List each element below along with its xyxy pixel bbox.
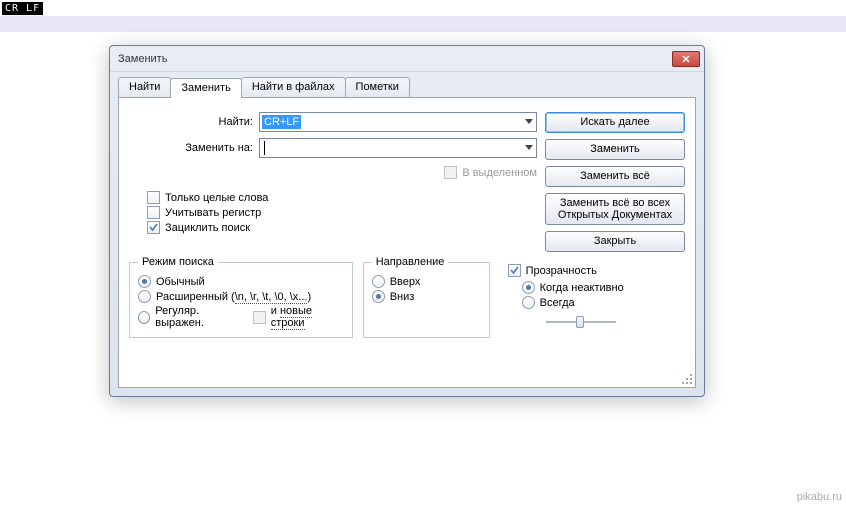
whole-word-checkbox[interactable]: [147, 191, 160, 204]
in-selection-checkbox: [444, 166, 457, 179]
chevron-down-icon[interactable]: [520, 145, 536, 151]
direction-down-label: Вниз: [390, 291, 415, 303]
close-icon[interactable]: [672, 51, 700, 67]
mode-extended-radio[interactable]: [138, 290, 151, 303]
regex-newlines-checkbox: [253, 311, 265, 324]
direction-title: Направление: [372, 256, 449, 268]
mode-normal-radio[interactable]: [138, 275, 151, 288]
wrap-label: Зациклить поиск: [165, 222, 250, 234]
close-button[interactable]: Закрыть: [545, 231, 685, 252]
dialog-title: Заменить: [118, 53, 672, 65]
mode-extended-label: Расширенный (\n, \r, \t, \0, \x...): [156, 291, 311, 303]
replace-all-button[interactable]: Заменить всё: [545, 166, 685, 187]
text-cursor: [264, 141, 265, 155]
transparency-inactive-label: Когда неактивно: [540, 282, 624, 294]
mode-regex-label: Регуляр. выражен.: [155, 305, 244, 329]
match-case-label: Учитывать регистр: [165, 207, 261, 219]
match-case-checkbox[interactable]: [147, 206, 160, 219]
transparency-inactive-radio[interactable]: [522, 281, 535, 294]
search-mode-group: Режим поиска Обычный Расширенный (\n, \r…: [129, 262, 353, 338]
crlf-badge: CR LF: [2, 2, 43, 15]
regex-newlines-label: и новые строки: [271, 305, 344, 329]
tab-find-in-files[interactable]: Найти в файлах: [241, 77, 346, 97]
replace-input[interactable]: [259, 138, 537, 158]
background-stripe: [0, 16, 846, 32]
in-selection-label: В выделенном: [462, 167, 537, 179]
transparency-title: Прозрачность: [526, 265, 597, 277]
dialog-panel: Найти: CR+LF Заменить на:: [118, 97, 696, 388]
resize-grip[interactable]: [681, 373, 693, 385]
replace-dialog: Заменить Найти Заменить Найти в файлах П…: [109, 45, 705, 397]
transparency-always-radio[interactable]: [522, 296, 535, 309]
find-input[interactable]: CR+LF: [259, 112, 537, 132]
transparency-slider[interactable]: [546, 315, 616, 329]
direction-up-radio[interactable]: [372, 275, 385, 288]
find-next-button[interactable]: Искать далее: [545, 112, 685, 133]
find-label: Найти:: [129, 116, 259, 128]
direction-up-label: Вверх: [390, 276, 421, 288]
whole-word-label: Только целые слова: [165, 192, 268, 204]
chevron-down-icon[interactable]: [520, 119, 536, 125]
transparency-always-label: Всегда: [540, 297, 575, 309]
mode-normal-label: Обычный: [156, 276, 205, 288]
direction-group: Направление Вверх Вниз: [363, 262, 490, 338]
transparency-checkbox[interactable]: [508, 264, 521, 277]
tab-marks[interactable]: Пометки: [345, 77, 410, 97]
transparency-group: Прозрачность Когда неактивно Всегда: [500, 262, 685, 338]
tab-strip: Найти Заменить Найти в файлах Пометки: [110, 72, 704, 97]
replace-button[interactable]: Заменить: [545, 139, 685, 160]
search-mode-title: Режим поиска: [138, 256, 218, 268]
direction-down-radio[interactable]: [372, 290, 385, 303]
tab-replace[interactable]: Заменить: [170, 78, 241, 98]
watermark: pikabu.ru: [797, 491, 842, 503]
find-selection: CR+LF: [262, 115, 301, 129]
tab-find[interactable]: Найти: [118, 77, 171, 97]
replace-label: Заменить на:: [129, 142, 259, 154]
titlebar: Заменить: [110, 46, 704, 72]
replace-all-docs-button[interactable]: Заменить всё во всех Открытых Документах: [545, 193, 685, 225]
wrap-checkbox[interactable]: [147, 221, 160, 234]
mode-regex-radio[interactable]: [138, 311, 150, 324]
